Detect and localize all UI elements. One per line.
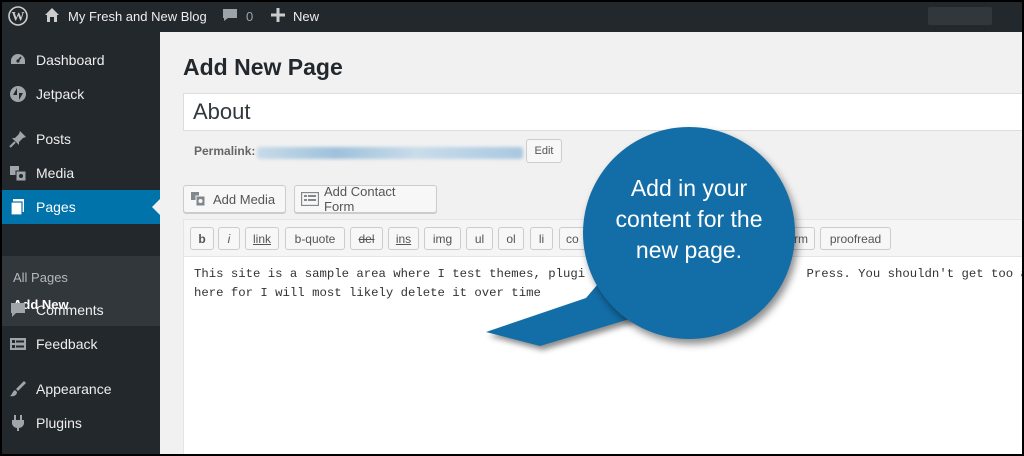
callout-text: Add in your content for the new page.	[615, 174, 763, 263]
callout-arrow	[486, 270, 653, 346]
callout-bubble: Add in your content for the new page.	[583, 127, 795, 339]
